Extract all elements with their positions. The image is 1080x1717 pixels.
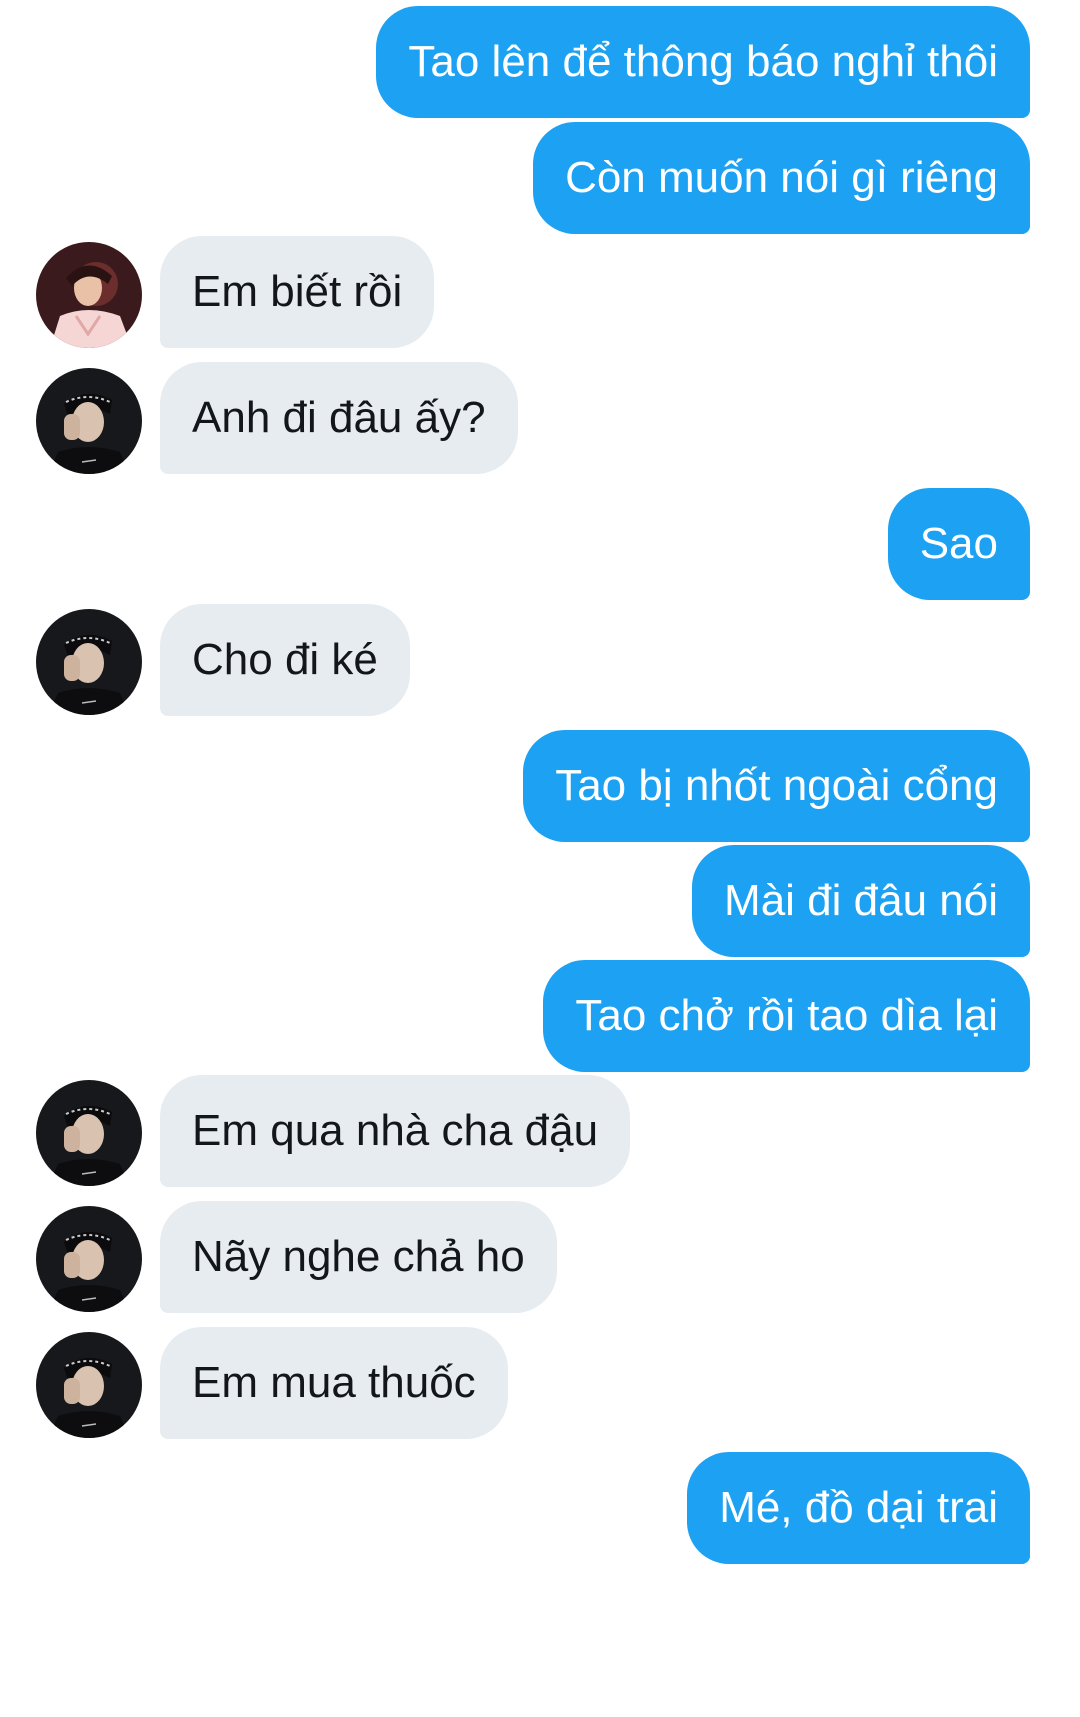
- conversation-thread: Tao lên để thông báo nghỉ thôi Còn muốn …: [0, 0, 1080, 1717]
- avatar-dark-hand-face-icon: [36, 368, 142, 474]
- outgoing-message-bubble[interactable]: Mé, đồ dại trai: [687, 1452, 1030, 1564]
- incoming-message-bubble[interactable]: Anh đi đâu ấy?: [160, 362, 518, 474]
- incoming-message-bubble[interactable]: Em qua nhà cha đậu: [160, 1075, 631, 1187]
- avatar-pink-jacket-icon: [36, 242, 142, 348]
- outgoing-message-bubble[interactable]: Mài đi đâu nói: [692, 845, 1030, 957]
- avatar[interactable]: [36, 242, 142, 348]
- avatar-dark-hand-face-icon: [36, 1332, 142, 1438]
- outgoing-message-bubble[interactable]: Tao bị nhốt ngoài cổng: [523, 730, 1030, 842]
- outgoing-message-bubble[interactable]: Tao chở rồi tao dìa lại: [543, 960, 1030, 1072]
- outgoing-message-bubble[interactable]: Còn muốn nói gì riêng: [533, 122, 1030, 234]
- avatar[interactable]: [36, 1206, 142, 1312]
- avatar-dark-hand-face-icon: [36, 609, 142, 715]
- avatar-dark-hand-face-icon: [36, 1206, 142, 1312]
- outgoing-message-bubble[interactable]: Sao: [887, 488, 1030, 600]
- avatar[interactable]: [36, 368, 142, 474]
- incoming-message-bubble[interactable]: Em biết rồi: [160, 236, 435, 348]
- outgoing-message-bubble[interactable]: Tao lên để thông báo nghỉ thôi: [376, 6, 1030, 118]
- avatar[interactable]: [36, 1080, 142, 1186]
- avatar[interactable]: [36, 1332, 142, 1438]
- avatar-dark-hand-face-icon: [36, 1080, 142, 1186]
- incoming-message-bubble[interactable]: Em mua thuốc: [160, 1327, 508, 1439]
- incoming-message-bubble[interactable]: Cho đi ké: [160, 604, 410, 716]
- avatar[interactable]: [36, 609, 142, 715]
- incoming-message-bubble[interactable]: Nãy nghe chả ho: [160, 1201, 557, 1313]
